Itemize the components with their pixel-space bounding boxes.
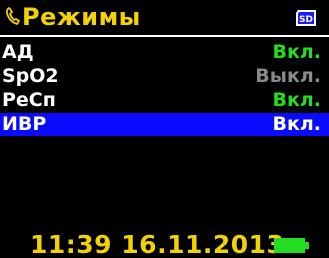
mode-state: Вкл. xyxy=(272,41,321,63)
mode-name: SpO2 xyxy=(2,65,59,87)
mode-state: Вкл. xyxy=(272,113,321,135)
sd-label: SD xyxy=(299,15,313,25)
battery-tip xyxy=(305,242,309,249)
phone-handset-icon xyxy=(6,7,20,25)
mode-state: Выкл. xyxy=(255,65,321,87)
mode-name: РеСп xyxy=(2,89,56,111)
date-time: 11:39 16.11.2013 xyxy=(30,230,285,258)
device-screen: Режимы SD АД Вкл. SpO2 Выкл. РеСп Вкл. И… xyxy=(0,0,329,258)
battery-full-icon xyxy=(274,238,309,253)
mode-list: АД Вкл. SpO2 Выкл. РеСп Вкл. ИВР Вкл. xyxy=(0,41,329,137)
sd-card-icon: SD xyxy=(296,10,316,26)
mode-row-spo2[interactable]: SpO2 Выкл. xyxy=(0,65,329,88)
mode-row-ivr[interactable]: ИВР Вкл. xyxy=(0,113,329,136)
mode-row-ad[interactable]: АД Вкл. xyxy=(0,41,329,64)
title-bar: Режимы SD xyxy=(0,0,329,34)
mode-state: Вкл. xyxy=(272,89,321,111)
battery-body xyxy=(274,238,305,253)
title-divider xyxy=(0,35,329,37)
mode-name: ИВР xyxy=(2,113,47,135)
mode-row-resp[interactable]: РеСп Вкл. xyxy=(0,89,329,112)
page-title: Режимы xyxy=(22,3,141,31)
status-bar: 11:39 16.11.2013 xyxy=(0,230,329,258)
mode-name: АД xyxy=(2,41,34,63)
